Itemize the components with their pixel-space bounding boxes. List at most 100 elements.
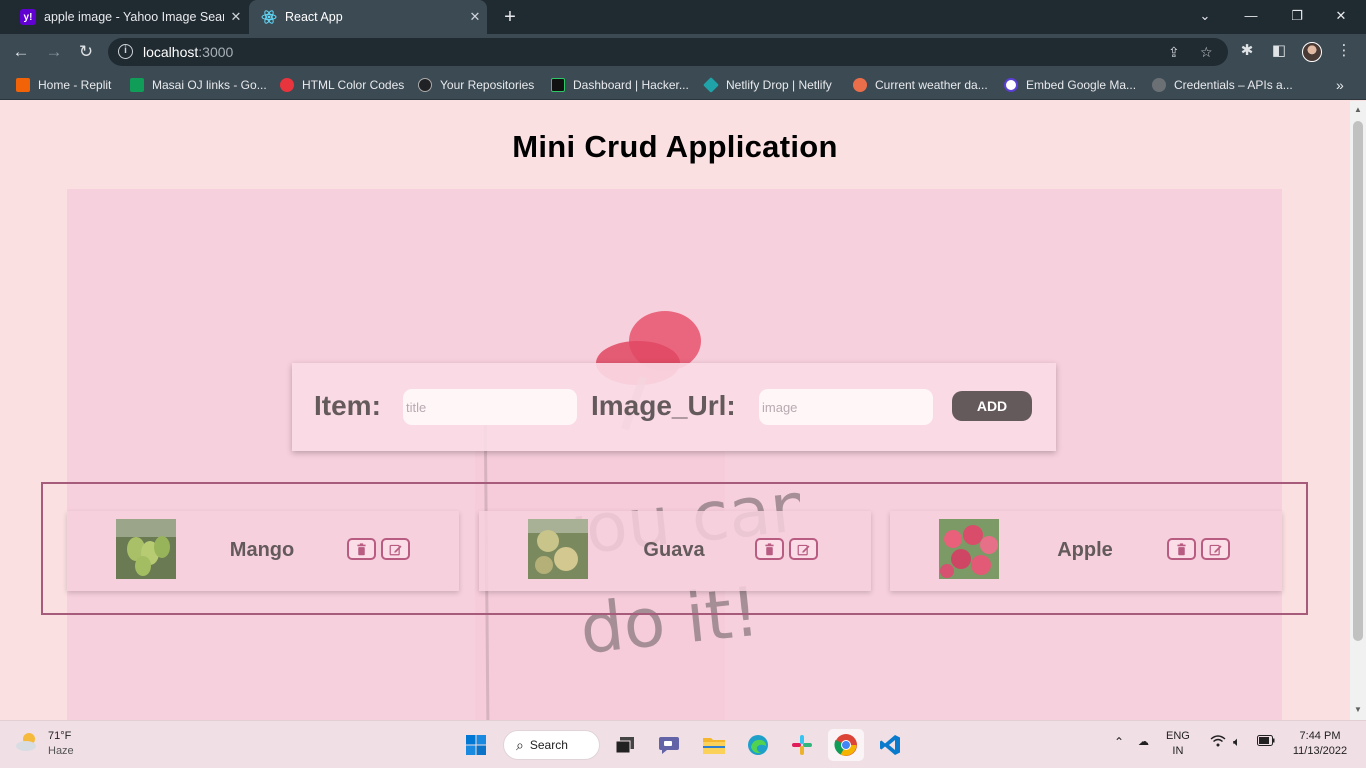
title-input[interactable] bbox=[403, 389, 577, 425]
clock[interactable]: 7:44 PM 11/13/2022 bbox=[1288, 729, 1352, 759]
profile-avatar[interactable] bbox=[1302, 42, 1322, 62]
item-card: Apple bbox=[890, 511, 1282, 591]
edge-browser-icon bbox=[748, 735, 768, 755]
bookmark-label: Credentials – APIs a... bbox=[1174, 78, 1293, 92]
tab-react-app[interactable]: React App ✕ bbox=[249, 0, 487, 34]
bookmark-credentials[interactable]: Credentials – APIs a... bbox=[1152, 76, 1293, 94]
more-bookmarks-chevron-icon[interactable]: » bbox=[1336, 76, 1344, 94]
site-info-icon[interactable]: i bbox=[118, 44, 133, 59]
task-view-icon bbox=[615, 737, 634, 754]
start-button[interactable] bbox=[458, 729, 494, 761]
reload-button[interactable]: ↻ bbox=[73, 40, 99, 64]
address-bar[interactable]: i localhost:3000 ⇪ ☆ bbox=[108, 38, 1228, 66]
battery-icon[interactable] bbox=[1257, 735, 1275, 751]
folder-icon bbox=[703, 738, 725, 754]
tab-title: React App bbox=[285, 10, 343, 24]
guava-thumbnail bbox=[528, 519, 588, 579]
url-host: localhost bbox=[143, 44, 199, 60]
add-button[interactable]: ADD bbox=[952, 391, 1032, 421]
task-view-button[interactable] bbox=[607, 729, 643, 761]
language-line-1: ENG bbox=[1166, 730, 1190, 742]
tab-title: apple image - Yahoo Image Search bbox=[44, 10, 224, 24]
netlify-icon bbox=[703, 77, 719, 93]
embed-maps-icon bbox=[1004, 78, 1018, 92]
vscode-button[interactable] bbox=[872, 729, 908, 761]
item-name: Guava bbox=[643, 539, 705, 561]
bookmark-label: Embed Google Ma... bbox=[1026, 78, 1137, 92]
sheets-icon bbox=[130, 78, 144, 92]
edit-icon bbox=[1209, 544, 1222, 555]
bookmark-hackerrank[interactable]: Dashboard | Hacker... bbox=[551, 76, 689, 94]
bookmark-masai[interactable]: Masai OJ links - Go... bbox=[130, 76, 267, 94]
tab-yahoo-image-search[interactable]: y! apple image - Yahoo Image Search ✕ bbox=[8, 0, 248, 34]
tab-search-chevron-icon[interactable]: ⌄ bbox=[1182, 0, 1228, 34]
openweather-icon bbox=[853, 78, 867, 92]
image-url-input[interactable] bbox=[759, 389, 933, 425]
bookmark-label: Home - Replit bbox=[38, 78, 112, 92]
minimize-button[interactable]: — bbox=[1228, 0, 1274, 34]
teams-chat-button[interactable] bbox=[651, 729, 687, 761]
forward-button[interactable]: → bbox=[41, 40, 67, 64]
edit-icon bbox=[797, 544, 810, 555]
restore-button[interactable]: ❐ bbox=[1274, 0, 1320, 34]
item-card: Mango bbox=[67, 511, 459, 591]
scrollbar-thumb[interactable] bbox=[1353, 121, 1363, 641]
search-icon: ⌕ bbox=[516, 736, 524, 753]
delete-button[interactable] bbox=[1167, 538, 1196, 560]
chrome-button[interactable] bbox=[828, 729, 864, 761]
scroll-down-arrow-icon[interactable]: ▼ bbox=[1354, 705, 1362, 714]
language-indicator[interactable]: ENG IN bbox=[1166, 729, 1190, 759]
volume-icon[interactable]: 🔈︎ bbox=[1233, 734, 1241, 749]
weather-temp: 71°F bbox=[48, 730, 72, 742]
bookmark-label: Current weather da... bbox=[875, 78, 988, 92]
bookmark-html-color[interactable]: HTML Color Codes bbox=[280, 76, 404, 94]
item-name: Apple bbox=[1057, 539, 1113, 561]
api-hexagon-icon bbox=[1152, 78, 1166, 92]
bookmark-github[interactable]: Your Repositories bbox=[418, 76, 534, 94]
vscode-icon bbox=[880, 735, 900, 755]
wifi-icon[interactable] bbox=[1210, 735, 1226, 752]
close-tab-icon[interactable]: ✕ bbox=[463, 9, 487, 25]
edit-button[interactable] bbox=[1201, 538, 1230, 560]
back-button[interactable]: ← bbox=[8, 40, 34, 64]
show-hidden-icons-chevron-icon[interactable]: ⌃ bbox=[1114, 735, 1124, 750]
delete-button[interactable] bbox=[347, 538, 376, 560]
side-panel-icon[interactable]: ◧ bbox=[1268, 41, 1290, 59]
weather-widget[interactable]: 71°F Haze bbox=[14, 729, 74, 759]
replit-icon bbox=[16, 78, 30, 92]
page-scrollbar[interactable]: ▲ ▼ bbox=[1350, 101, 1366, 720]
bookmark-weather[interactable]: Current weather da... bbox=[853, 76, 988, 94]
react-icon bbox=[261, 9, 277, 25]
onedrive-cloud-icon[interactable]: ☁ bbox=[1138, 735, 1149, 750]
taskbar-search[interactable]: ⌕ Search bbox=[503, 730, 600, 760]
slack-button[interactable] bbox=[784, 729, 820, 761]
trash-icon bbox=[1177, 542, 1186, 555]
clock-time: 7:44 PM bbox=[1299, 730, 1341, 742]
edge-button[interactable] bbox=[740, 729, 776, 761]
bookmark-label: Netlify Drop | Netlify bbox=[726, 78, 832, 92]
mango-thumbnail bbox=[116, 519, 176, 579]
weather-condition: Haze bbox=[48, 745, 74, 757]
chrome-icon bbox=[834, 734, 857, 756]
menu-kebab-icon[interactable]: ⋮ bbox=[1333, 41, 1355, 59]
bookmark-netlify[interactable]: Netlify Drop | Netlify bbox=[703, 76, 832, 94]
delete-button[interactable] bbox=[755, 538, 784, 560]
bookmark-embed-maps[interactable]: Embed Google Ma... bbox=[1004, 76, 1136, 94]
bookmark-label: Dashboard | Hacker... bbox=[573, 78, 689, 92]
close-tab-icon[interactable]: ✕ bbox=[224, 9, 248, 25]
search-label: Search bbox=[529, 738, 568, 752]
close-window-button[interactable]: ✕ bbox=[1318, 0, 1364, 34]
bookmarks-bar: Home - Replit Masai OJ links - Go... HTM… bbox=[0, 70, 1366, 100]
edit-icon bbox=[389, 544, 402, 555]
add-item-form: Item: Image_Url: ADD bbox=[292, 363, 1056, 451]
bookmark-star-icon[interactable]: ☆ bbox=[1200, 44, 1213, 61]
file-explorer-button[interactable] bbox=[696, 729, 732, 761]
edit-button[interactable] bbox=[381, 538, 410, 560]
bookmark-replit[interactable]: Home - Replit bbox=[16, 76, 111, 94]
extensions-puzzle-icon[interactable]: ✱ bbox=[1236, 41, 1258, 59]
scroll-up-arrow-icon[interactable]: ▲ bbox=[1354, 105, 1362, 114]
edit-button[interactable] bbox=[789, 538, 818, 560]
partly-cloudy-icon bbox=[16, 733, 36, 751]
share-icon[interactable]: ⇪ bbox=[1168, 44, 1180, 61]
new-tab-button[interactable]: + bbox=[498, 4, 522, 30]
